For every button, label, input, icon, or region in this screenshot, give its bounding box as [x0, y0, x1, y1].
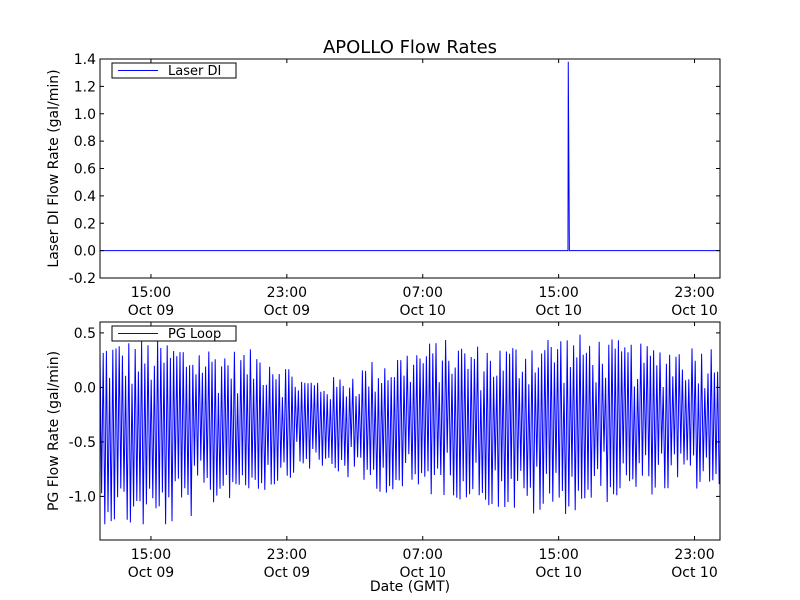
laser-di-x-tick-label-date: Oct 10	[671, 303, 717, 319]
pg-loop-legend-label: PG Loop	[168, 327, 221, 342]
pg-loop-x-tick-label-time: 15:00	[538, 547, 578, 563]
laser-di-y-tick-label: 1.2	[74, 79, 96, 95]
pg-loop-y-tick-label: 0.5	[74, 326, 96, 342]
figure: APOLLO Flow Rates Date (GMT) -0.2 0.0 0.2 0…	[0, 0, 800, 600]
chart-title: APOLLO Flow Rates	[323, 37, 497, 58]
pg-loop-x-tick-label-date: Oct 10	[671, 565, 717, 581]
pg-loop-x-tick-label-time: 15:00	[131, 547, 171, 563]
laser-di-y-tick-label: 1.4	[74, 52, 96, 68]
pg-loop-y-tick-label: -1.0	[69, 489, 96, 505]
pg-loop-y-tick-label: -0.5	[69, 435, 96, 451]
pg-loop-x-tick-label-date: Oct 10	[399, 565, 445, 581]
pg-loop-x-tick-label-time: 23:00	[267, 547, 307, 563]
laser-di-x-tick-label-date: Oct 10	[399, 303, 445, 319]
pg-loop-x-tick-label-time: 23:00	[674, 547, 714, 563]
pg-loop-x-tick-label-date: Oct 09	[264, 565, 310, 581]
laser-di-x-tick-label-time: 23:00	[267, 285, 307, 301]
pg-loop-legend: PG Loop	[111, 325, 237, 342]
laser-di-x-tick-label-date: Oct 09	[264, 303, 310, 319]
laser-di-y-tick-label: 1.0	[74, 107, 96, 123]
laser-di-legend: Laser DI	[111, 62, 237, 79]
pg-loop-x-tick-label-date: Oct 10	[535, 565, 581, 581]
laser-di-y-tick-label: 0.4	[74, 189, 96, 205]
laser-di-x-tick-label-time: 07:00	[403, 285, 443, 301]
pg-loop-x-tick-label-date: Oct 09	[128, 565, 174, 581]
laser-di-y-tick-label: -0.2	[69, 271, 96, 287]
laser-di-plot-area	[100, 59, 720, 278]
laser-di-legend-label: Laser DI	[168, 64, 221, 79]
pg-loop-y-axis-label: PG Flow Rate (gal/min)	[46, 351, 62, 511]
laser-di-x-tick-label-date: Oct 09	[128, 303, 174, 319]
laser-di-x-tick-label-time: 15:00	[131, 285, 171, 301]
pg-loop-y-tick-label: 0.0	[74, 380, 96, 396]
laser-di-x-tick-label-time: 15:00	[538, 285, 578, 301]
laser-di-y-axis-label: Laser DI Flow Rate (gal/min)	[46, 69, 62, 267]
laser-di-y-tick-label: 0.0	[74, 244, 96, 260]
laser-di-x-tick-label-date: Oct 10	[535, 303, 581, 319]
laser-di-x-tick-label-time: 23:00	[674, 285, 714, 301]
x-axis-label: Date (GMT)	[370, 579, 450, 595]
laser-di-y-tick-label: 0.6	[74, 162, 96, 178]
pg-loop-x-tick-label-time: 07:00	[403, 547, 443, 563]
laser-di-y-tick-label: 0.8	[74, 134, 96, 150]
laser-di-y-tick-label: 0.2	[74, 216, 96, 232]
